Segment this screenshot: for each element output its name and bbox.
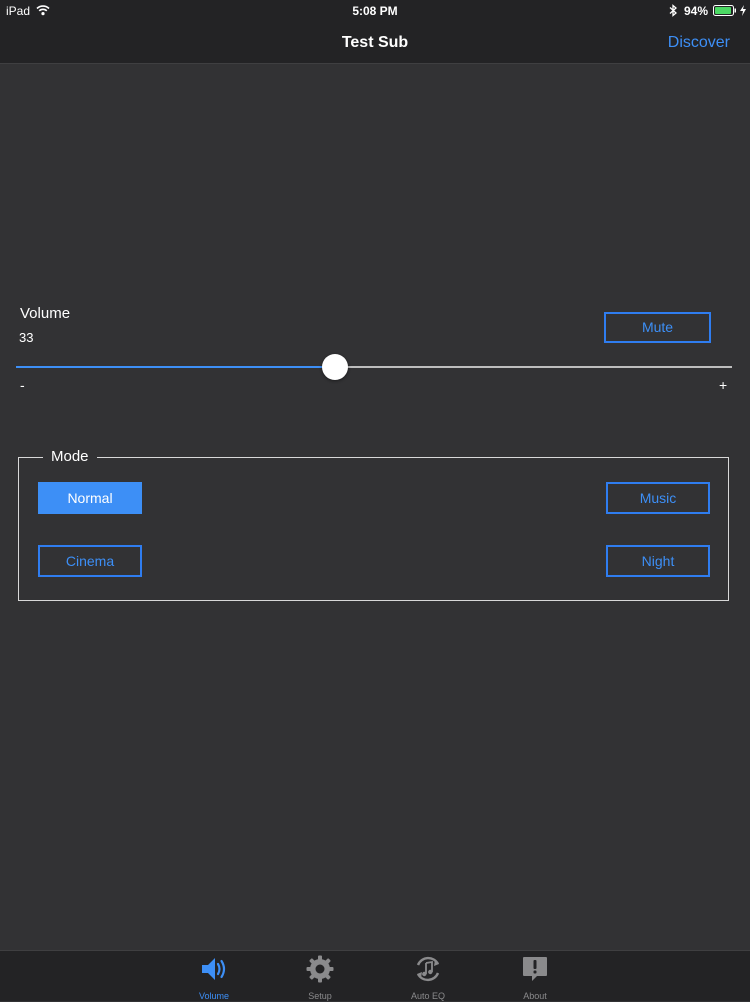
mode-night-button[interactable]: Night <box>606 545 710 577</box>
speaker-icon <box>178 955 250 988</box>
tab-volume[interactable]: Volume <box>178 951 250 1001</box>
tab-bar: Volume Setup Auto EQ About <box>0 950 750 1001</box>
status-time: 5:08 PM <box>352 4 398 18</box>
tab-setup[interactable]: Setup <box>284 951 356 1001</box>
tab-setup-label: Setup <box>308 991 332 1001</box>
tab-auto-eq-label: Auto EQ <box>410 991 446 1001</box>
tab-volume-label: Volume <box>198 991 230 1001</box>
auto-eq-icon <box>392 955 464 988</box>
battery-icon <box>713 5 737 19</box>
volume-value: 33 <box>19 330 34 345</box>
status-bar: iPad 5:08 PM 94% <box>0 0 750 22</box>
mode-music-button[interactable]: Music <box>606 482 710 514</box>
mode-normal-button[interactable]: Normal <box>38 482 142 514</box>
battery-percent: 94% <box>684 4 709 18</box>
volume-slider-thumb[interactable] <box>321 354 348 380</box>
navigation-bar: Test Sub Discover <box>0 22 750 64</box>
tab-auto-eq[interactable]: Auto EQ <box>392 951 464 1001</box>
volume-slider-track <box>334 366 732 368</box>
mode-cinema-button[interactable]: Cinema <box>38 545 142 577</box>
charging-icon <box>739 5 747 19</box>
mode-group <box>18 457 729 601</box>
volume-min-label: - <box>20 377 25 393</box>
gear-icon <box>284 955 356 988</box>
volume-slider-filled-track <box>16 366 335 368</box>
page-title: Test Sub <box>341 34 409 51</box>
volume-label: Volume <box>20 305 71 322</box>
tab-about-label: About <box>523 991 547 1001</box>
volume-max-label: + <box>719 377 728 393</box>
mode-legend: Mode <box>43 447 97 467</box>
mute-button[interactable]: Mute <box>604 312 711 343</box>
discover-button[interactable]: Discover <box>668 22 730 63</box>
tab-about[interactable]: About <box>499 951 571 1001</box>
bluetooth-icon <box>669 4 677 20</box>
about-icon <box>499 955 571 988</box>
